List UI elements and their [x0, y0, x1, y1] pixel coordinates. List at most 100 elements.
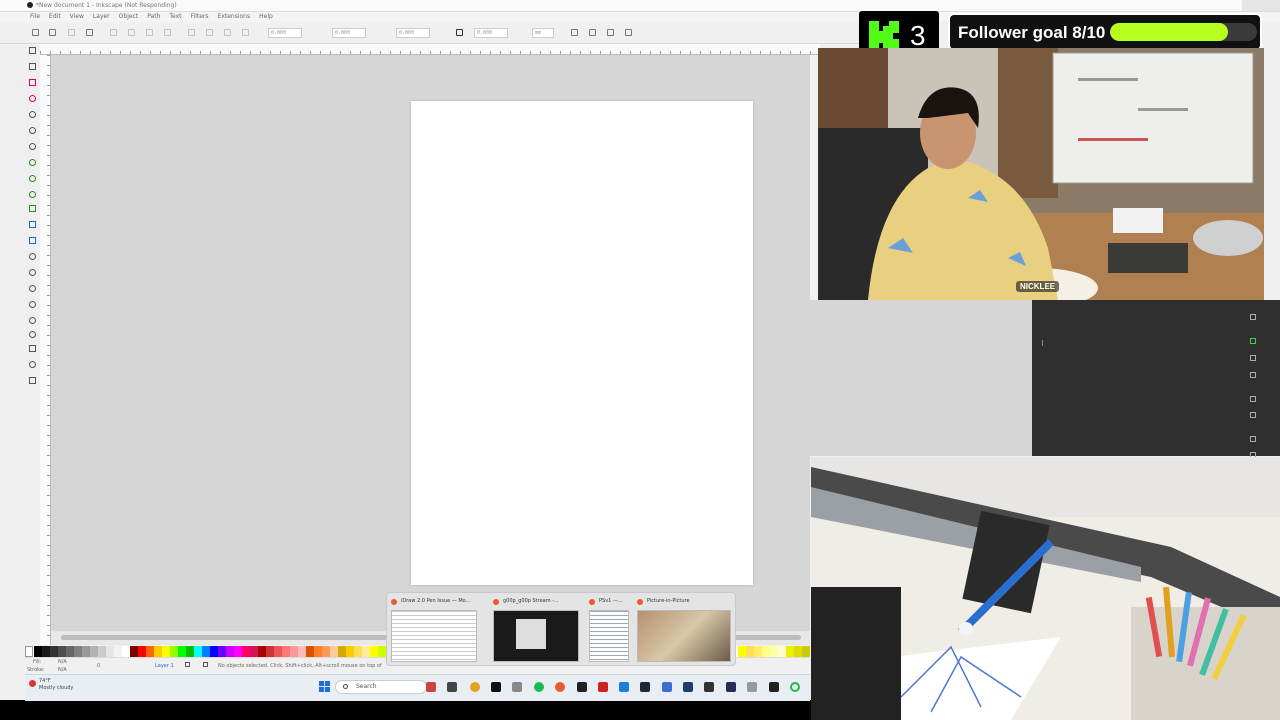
document-properties-icon[interactable]: [1250, 314, 1256, 320]
spray-tool-icon[interactable]: [29, 301, 36, 308]
vertical-ruler[interactable]: [40, 55, 51, 645]
select-all-layers-icon[interactable]: [49, 29, 56, 36]
selector-tool-icon[interactable]: [29, 47, 36, 54]
unit-select[interactable]: mm: [532, 28, 554, 38]
pencil-tool-icon[interactable]: [29, 175, 36, 182]
swatch[interactable]: [170, 646, 178, 657]
node-tool-icon[interactable]: [29, 63, 36, 70]
taskbar-search[interactable]: Search: [335, 680, 427, 694]
zoom-tool-icon[interactable]: [29, 361, 36, 368]
swatch[interactable]: [298, 646, 306, 657]
swatch[interactable]: [50, 646, 58, 657]
app-icon[interactable]: [512, 682, 522, 692]
terminal-icon[interactable]: [704, 682, 714, 692]
windows-start-icon[interactable]: [319, 681, 330, 692]
menu-path[interactable]: Path: [147, 12, 160, 22]
swatch[interactable]: [274, 646, 282, 657]
document-page[interactable]: [411, 101, 753, 585]
gradient-tool-icon[interactable]: [29, 221, 36, 228]
thumbnail-window[interactable]: iDraw 2.0 Pen Issue — Mo...: [389, 596, 479, 664]
measure-tool-icon[interactable]: [29, 345, 36, 352]
swatch[interactable]: [778, 646, 786, 657]
swatch[interactable]: [162, 646, 170, 657]
swatch[interactable]: [138, 646, 146, 657]
swatch[interactable]: [154, 646, 162, 657]
xml-editor-icon[interactable]: [1250, 338, 1256, 344]
swatch[interactable]: [786, 646, 794, 657]
swatch[interactable]: [98, 646, 106, 657]
menu-layer[interactable]: Layer: [93, 12, 110, 22]
lower-icon[interactable]: [224, 29, 231, 36]
fill-value[interactable]: N/A: [58, 659, 67, 665]
rect-tool-icon[interactable]: [29, 79, 36, 86]
vscode-icon[interactable]: [619, 682, 629, 692]
search-highlight-icon[interactable]: [426, 682, 436, 692]
swatch[interactable]: [330, 646, 338, 657]
flip-v-icon[interactable]: [164, 29, 171, 36]
swatch[interactable]: [114, 646, 122, 657]
swatch[interactable]: [58, 646, 66, 657]
align-icon[interactable]: [1250, 396, 1256, 402]
swatch[interactable]: [186, 646, 194, 657]
star-tool-icon[interactable]: [29, 111, 36, 118]
app-icon[interactable]: [769, 682, 779, 692]
layer-selector[interactable]: Layer 1: [155, 663, 174, 669]
w-field[interactable]: 0.000: [396, 28, 430, 38]
touch-select-icon[interactable]: [86, 29, 93, 36]
window-controls[interactable]: [1242, 0, 1280, 11]
swatch[interactable]: [218, 646, 226, 657]
move-gradients-icon[interactable]: [607, 29, 614, 36]
pen-tool-icon[interactable]: [29, 159, 36, 166]
h-field[interactable]: 0.000: [474, 28, 508, 38]
swatch[interactable]: [250, 646, 258, 657]
weather-widget[interactable]: 74°F Mostly cloudy: [39, 678, 73, 692]
spiral-tool-icon[interactable]: [29, 143, 36, 150]
swatch[interactable]: [370, 646, 378, 657]
swatch[interactable]: [130, 646, 138, 657]
steam-icon[interactable]: [640, 682, 650, 692]
swatch[interactable]: [362, 646, 370, 657]
swatch[interactable]: [314, 646, 322, 657]
thumbnail-window[interactable]: g00p_g00p Stream -...: [491, 596, 581, 664]
eraser-tool-icon[interactable]: [29, 317, 36, 324]
swatch[interactable]: [122, 646, 130, 657]
layers-icon[interactable]: [1250, 355, 1256, 361]
x-field[interactable]: 0.000: [268, 28, 302, 38]
app-icon[interactable]: [683, 682, 693, 692]
swatch-none[interactable]: [25, 646, 33, 657]
chrome-icon[interactable]: [470, 682, 480, 692]
menu-view[interactable]: View: [70, 12, 84, 22]
lower-bottom-icon[interactable]: [242, 29, 249, 36]
swatch[interactable]: [738, 646, 746, 657]
swatch[interactable]: [178, 646, 186, 657]
menu-filters[interactable]: Filters: [191, 12, 209, 22]
swatch[interactable]: [794, 646, 802, 657]
paint-bucket-tool-icon[interactable]: [29, 269, 36, 276]
transform-icon[interactable]: [1250, 412, 1256, 418]
select-all-icon[interactable]: [32, 29, 39, 36]
swatch[interactable]: [338, 646, 346, 657]
calligraphy-tool-icon[interactable]: [29, 191, 36, 198]
dock-panel[interactable]: [1032, 300, 1280, 458]
raise-icon[interactable]: [206, 29, 213, 36]
raise-top-icon[interactable]: [188, 29, 195, 36]
spotify-icon[interactable]: [534, 682, 544, 692]
dock-handle[interactable]: [1042, 340, 1043, 346]
app-icon[interactable]: [491, 682, 501, 692]
notepad-icon[interactable]: [662, 682, 672, 692]
swatch[interactable]: [42, 646, 50, 657]
3dbox-tool-icon[interactable]: [29, 127, 36, 134]
app-icon[interactable]: [790, 682, 800, 692]
swatch[interactable]: [306, 646, 314, 657]
inkscape-taskbar-icon[interactable]: [577, 682, 587, 692]
swatch[interactable]: [322, 646, 330, 657]
lock-icon[interactable]: [203, 662, 208, 667]
eye-icon[interactable]: [185, 662, 190, 667]
thumbnail-window[interactable]: PSv1 —...: [587, 596, 629, 664]
swatch[interactable]: [234, 646, 242, 657]
swatch[interactable]: [354, 646, 362, 657]
rotate-cw-icon[interactable]: [128, 29, 135, 36]
mesh-tool-icon[interactable]: [29, 237, 36, 244]
swatch[interactable]: [754, 646, 762, 657]
swatch[interactable]: [290, 646, 298, 657]
